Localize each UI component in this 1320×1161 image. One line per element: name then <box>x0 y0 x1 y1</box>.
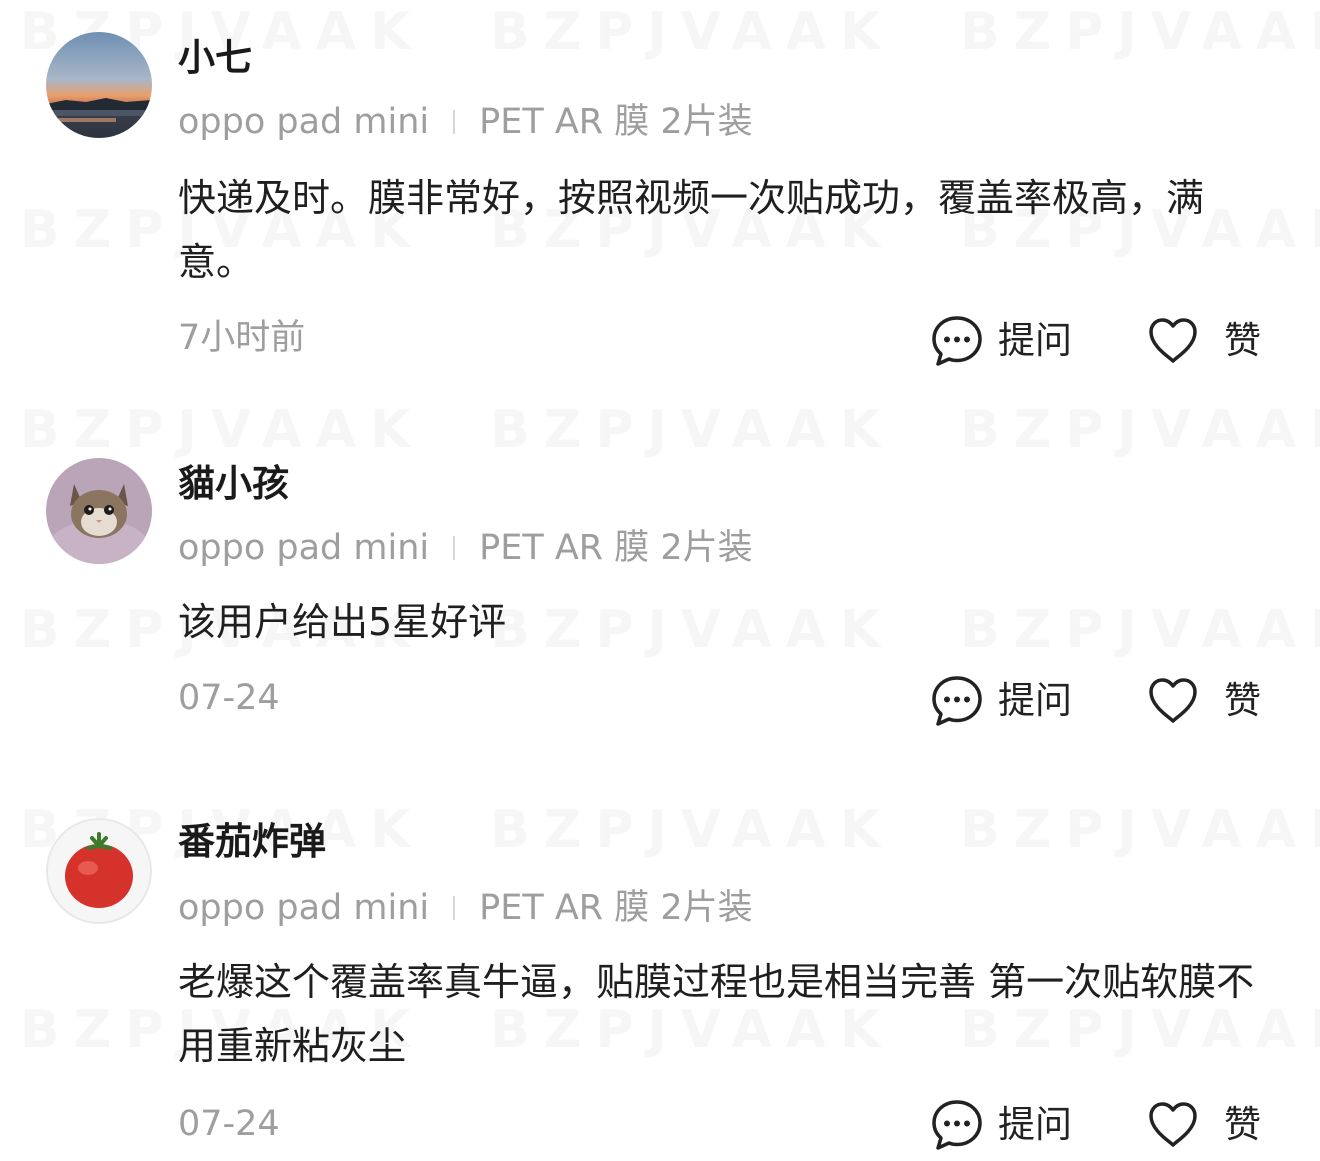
avatar[interactable] <box>46 458 152 564</box>
chat-bubble-icon <box>932 676 982 726</box>
device-name: oppo pad mini <box>178 888 430 928</box>
avatar[interactable] <box>46 818 152 924</box>
review-time: 7小时前 <box>178 318 306 358</box>
spec-name: PET AR 膜 2片装 <box>479 888 753 928</box>
like-label: 赞 <box>1224 319 1261 362</box>
device-name: oppo pad mini <box>178 102 430 142</box>
like-label: 赞 <box>1224 679 1261 722</box>
heart-icon <box>1149 678 1197 723</box>
avatar[interactable] <box>46 32 152 138</box>
watermark: BZPJVAAK <box>960 400 1320 460</box>
review-text: 快递及时。膜非常好，按照视频一次贴成功，覆盖率极高，满意。 <box>178 176 1205 284</box>
username[interactable]: 貓小孩 <box>178 460 289 508</box>
heart-icon <box>1149 1102 1197 1147</box>
spec-divider <box>453 110 456 134</box>
watermark: BZPJVAAK <box>490 800 894 860</box>
username[interactable]: 番茄炸弹 <box>178 818 326 866</box>
watermark: BZPJVAAK <box>960 800 1320 860</box>
like-button[interactable]: 赞 <box>1146 674 1261 728</box>
ask-button[interactable]: 提问 <box>930 314 1072 368</box>
watermark: BZPJVAAK <box>960 2 1320 62</box>
heart-icon <box>1149 318 1197 363</box>
product-spec: oppo pad mini PET AR 膜 2片装 <box>178 526 753 570</box>
like-button[interactable]: 赞 <box>1146 1098 1261 1152</box>
spec-name: PET AR 膜 2片装 <box>479 102 753 142</box>
spec-divider <box>453 536 456 560</box>
spec-name: PET AR 膜 2片装 <box>479 528 753 568</box>
like-button[interactable]: 赞 <box>1146 314 1261 368</box>
ask-label: 提问 <box>998 1103 1072 1146</box>
review-time: 07-24 <box>178 1104 280 1144</box>
chat-bubble-icon <box>932 316 982 366</box>
ask-label: 提问 <box>998 679 1072 722</box>
review-text: 老爆这个覆盖率真牛逼，贴膜过程也是相当完善 第一次贴软膜不用重新粘灰尘 <box>178 960 1255 1068</box>
product-spec: oppo pad mini PET AR 膜 2片装 <box>178 886 753 930</box>
device-name: oppo pad mini <box>178 528 430 568</box>
chat-bubble-icon <box>932 1100 982 1150</box>
ask-button[interactable]: 提问 <box>930 674 1072 728</box>
ask-label: 提问 <box>998 319 1072 362</box>
watermark: BZPJVAAK <box>490 2 894 62</box>
watermark: BZPJVAAK <box>20 400 424 460</box>
review-time: 07-24 <box>178 678 280 718</box>
review-text: 该用户给出5星好评 <box>178 600 507 644</box>
spec-divider <box>453 896 456 920</box>
watermark: BZPJVAAK <box>490 400 894 460</box>
username[interactable]: 小七 <box>178 34 252 82</box>
ask-button[interactable]: 提问 <box>930 1098 1072 1152</box>
like-label: 赞 <box>1224 1103 1261 1146</box>
product-spec: oppo pad mini PET AR 膜 2片装 <box>178 100 753 144</box>
